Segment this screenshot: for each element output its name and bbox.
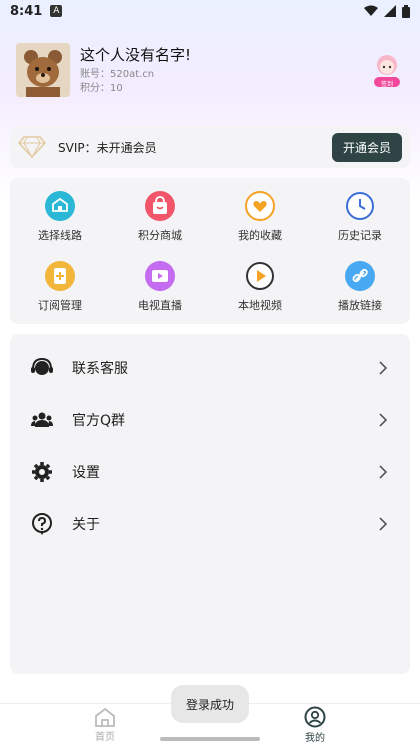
checkin-label: 签到 <box>380 81 393 88</box>
menu-item-about[interactable]: 关于 <box>10 498 410 550</box>
profile-info: 这个人没有名字! 账号：520at.cn 积分：10 <box>80 44 370 96</box>
group-icon <box>30 408 54 432</box>
menu-item-qq-group[interactable]: 官方Q群 <box>10 394 410 446</box>
chevron-right-icon <box>379 465 388 479</box>
grid-item-favorites[interactable]: 我的收藏 <box>210 182 310 252</box>
gear-icon <box>30 460 54 484</box>
svip-status: SVIP：未开通会员 <box>58 140 157 155</box>
clock-icon <box>345 191 375 221</box>
bear-avatar-icon <box>16 43 70 97</box>
grid-item-history[interactable]: 历史记录 <box>310 182 410 252</box>
signal-icon <box>384 5 396 17</box>
diamond-icon <box>18 136 46 158</box>
menu-item-customer-service[interactable]: 联系客服 <box>10 342 410 394</box>
grid-label: 我的收藏 <box>238 229 282 242</box>
heart-icon <box>245 191 275 221</box>
chevron-right-icon <box>379 361 388 375</box>
tab-label: 首页 <box>95 731 115 743</box>
feature-grid: 选择线路 积分商城 我的收藏 历史记录 订阅管理 电视直播 本地视频 播放链接 <box>10 178 410 324</box>
nickname: 这个人没有名字! <box>80 46 192 64</box>
shop-bag-icon <box>145 191 175 221</box>
menu-label: 联系客服 <box>72 361 128 377</box>
grid-label: 选择线路 <box>38 229 82 242</box>
grid-label: 电视直播 <box>138 299 182 312</box>
link-icon <box>345 261 375 291</box>
question-icon <box>30 512 54 536</box>
grid-item-subscribe[interactable]: 订阅管理 <box>10 252 110 322</box>
grid-item-play-link[interactable]: 播放链接 <box>310 252 410 322</box>
route-icon <box>45 191 75 221</box>
profile-icon <box>304 706 326 727</box>
menu-item-settings[interactable]: 设置 <box>10 446 410 498</box>
headset-icon <box>30 356 54 380</box>
gesture-nav-pill <box>160 737 260 741</box>
open-membership-button[interactable]: 开通会员 <box>331 132 402 162</box>
menu-list: 联系客服 官方Q群 设置 关于 <box>10 334 410 674</box>
chevron-right-icon <box>379 413 388 427</box>
notification-badge: A <box>50 5 63 17</box>
grid-label: 积分商城 <box>138 229 182 242</box>
toast-message: 登录成功 <box>171 685 249 723</box>
grid-label: 历史记录 <box>338 229 382 242</box>
grid-item-route[interactable]: 选择线路 <box>10 182 110 252</box>
grid-label: 播放链接 <box>338 299 382 312</box>
avatar[interactable] <box>16 43 70 97</box>
account-id: 账号：520at.cn <box>80 69 155 80</box>
play-icon <box>245 261 275 291</box>
points-value: 积分：10 <box>80 83 123 94</box>
menu-label: 设置 <box>72 465 100 481</box>
grid-item-local-video[interactable]: 本地视频 <box>210 252 310 322</box>
grid-label: 订阅管理 <box>38 299 82 312</box>
chevron-right-icon <box>379 517 388 531</box>
wifi-icon <box>364 5 378 16</box>
tv-icon <box>145 261 175 291</box>
checkin-button[interactable]: 签到 <box>370 51 404 89</box>
subscribe-icon <box>45 261 75 291</box>
grid-item-shop[interactable]: 积分商城 <box>110 182 210 252</box>
profile-header[interactable]: 这个人没有名字! 账号：520at.cn 积分：10 签到 <box>16 42 404 98</box>
menu-label: 关于 <box>72 517 100 533</box>
header-background <box>0 0 420 200</box>
grid-label: 本地视频 <box>238 299 282 312</box>
svip-card: SVIP：未开通会员 开通会员 <box>10 126 410 168</box>
tab-label: 我的 <box>305 732 325 744</box>
status-bar: 8:41 A <box>0 0 420 22</box>
status-time: 8:41 <box>10 3 43 19</box>
battery-icon <box>402 4 410 18</box>
grid-item-tv[interactable]: 电视直播 <box>110 252 210 322</box>
home-icon <box>95 707 115 727</box>
menu-label: 官方Q群 <box>72 413 126 429</box>
